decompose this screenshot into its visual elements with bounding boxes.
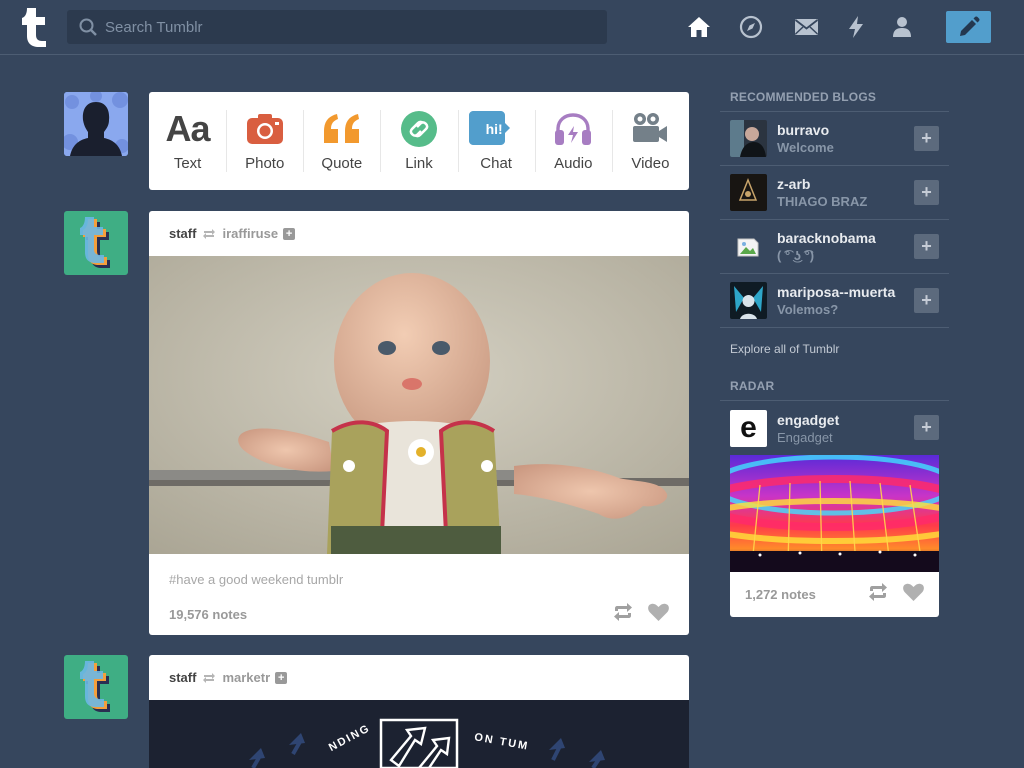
follow-blog-button[interactable]: + [914, 415, 939, 440]
blog-name[interactable]: mariposa--muerta [777, 284, 895, 300]
post-card: staff marketr + NDING ON TUM [149, 655, 689, 768]
activity-lightning-icon[interactable] [843, 14, 869, 40]
post-card: staff iraffiruse + #have a good weekend … [149, 211, 689, 635]
post-type-label: Link [405, 155, 433, 172]
post-type-text[interactable]: Aa Text [149, 92, 226, 190]
inbox-envelope-icon[interactable] [793, 14, 819, 40]
follow-blog-button[interactable]: + [914, 180, 939, 205]
post-header: staff iraffiruse + [149, 211, 689, 256]
recommended-blog-item[interactable]: mariposa--muerta Volemos? + [720, 274, 949, 328]
post-author-avatar[interactable] [64, 655, 128, 719]
user-avatar[interactable] [64, 92, 128, 156]
post-type-label: Video [631, 155, 670, 172]
search-icon [79, 18, 97, 36]
post-notes-count[interactable]: 19,576 notes [169, 607, 247, 622]
post-type-chat[interactable]: hi! Chat [457, 92, 535, 190]
post-tags[interactable]: #have a good weekend tumblr [149, 554, 689, 587]
recommended-blog-item[interactable]: baracknobama ( ͡° ͜ʖ ͡°) + [720, 220, 949, 274]
post-type-photo[interactable]: Photo [226, 92, 303, 190]
pencil-icon [959, 16, 980, 36]
follow-source-button[interactable]: + [283, 227, 296, 240]
radar-post-card: 1,272 notes [730, 455, 939, 617]
blog-avatar[interactable] [730, 282, 767, 319]
follow-blog-button[interactable]: + [914, 288, 939, 313]
follow-blog-button[interactable]: + [914, 234, 939, 259]
reblog-icon[interactable] [867, 583, 889, 606]
radar-blog-item[interactable]: e engadget Engadget + [720, 401, 949, 455]
post-footer: 19,576 notes [149, 587, 689, 626]
blog-name[interactable]: engadget [777, 412, 839, 428]
like-heart-icon[interactable] [648, 603, 669, 626]
chat-bubble-icon: hi! [468, 109, 510, 149]
post-type-label: Photo [245, 155, 285, 172]
radar-post-footer: 1,272 notes [730, 572, 939, 617]
post-type-bar: Aa Text Photo Quote Link hi! Chat Audio [149, 92, 689, 190]
like-heart-icon[interactable] [903, 583, 924, 606]
post-author-link[interactable]: staff [169, 226, 196, 241]
follow-source-button[interactable]: + [275, 671, 288, 684]
reblog-source-link[interactable]: iraffiruse [222, 226, 278, 241]
post-author-link[interactable]: staff [169, 670, 196, 685]
explore-all-link[interactable]: Explore all of Tumblr [720, 328, 949, 356]
post-type-audio[interactable]: Audio [534, 92, 612, 190]
post-type-link[interactable]: Link [380, 92, 457, 190]
home-icon[interactable] [686, 14, 712, 40]
headphones-icon [554, 109, 592, 149]
reblog-icon[interactable] [612, 603, 634, 626]
text-aa-icon: Aa [165, 108, 211, 149]
reblog-source-link[interactable]: marketr [222, 670, 270, 685]
search-input[interactable] [105, 18, 585, 36]
post-header: staff marketr + [149, 655, 689, 700]
radar-title: RADAR [720, 379, 949, 401]
radar-post-image[interactable] [730, 455, 939, 572]
post-type-label: Chat [480, 155, 512, 172]
compose-post-button[interactable] [946, 11, 991, 43]
recommended-blog-item[interactable]: z-arb THIAGO BRAZ + [720, 166, 949, 220]
blog-name[interactable]: z-arb [777, 176, 867, 192]
video-camera-icon [631, 109, 669, 149]
top-header [0, 0, 1024, 55]
blog-subtitle: Volemos? [777, 302, 839, 317]
account-person-icon[interactable] [889, 14, 915, 40]
blog-name[interactable]: baracknobama [777, 230, 876, 246]
post-image[interactable]: NDING ON TUM [149, 700, 689, 768]
post-type-label: Quote [321, 155, 363, 172]
post-type-quote[interactable]: Quote [303, 92, 380, 190]
reblog-small-icon [202, 672, 216, 684]
blog-subtitle: Welcome [777, 140, 834, 155]
search-box[interactable] [67, 10, 607, 44]
blog-avatar[interactable] [730, 120, 767, 157]
camera-icon [246, 109, 284, 149]
post-type-label: Text [173, 155, 202, 172]
recommended-blog-item[interactable]: burravo Welcome + [720, 112, 949, 166]
quote-icon [322, 109, 362, 149]
post-notes-count[interactable]: 1,272 notes [745, 587, 816, 602]
blog-subtitle: Engadget [777, 429, 833, 445]
blog-avatar[interactable] [730, 174, 767, 211]
explore-compass-icon[interactable] [738, 14, 764, 40]
recommended-blogs-section: RECOMMENDED BLOGS burravo Welcome + z-ar… [720, 90, 949, 356]
recommended-title: RECOMMENDED BLOGS [720, 90, 949, 112]
reblog-small-icon [202, 228, 216, 240]
post-type-video[interactable]: Video [611, 92, 689, 190]
radar-section: RADAR e engadget Engadget + [720, 379, 949, 455]
blog-subtitle: ( ͡° ͜ʖ ͡°) [777, 248, 815, 263]
follow-blog-button[interactable]: + [914, 126, 939, 151]
tumblr-logo-icon[interactable] [17, 6, 51, 48]
engadget-logo-icon[interactable]: e [730, 409, 767, 447]
post-type-label: Audio [554, 155, 593, 172]
post-photo[interactable] [149, 256, 689, 554]
blog-subtitle: THIAGO BRAZ [777, 194, 868, 209]
blog-name[interactable]: burravo [777, 122, 834, 138]
link-icon [400, 109, 437, 149]
broken-image-icon[interactable] [730, 228, 767, 265]
post-author-avatar[interactable] [64, 211, 128, 275]
